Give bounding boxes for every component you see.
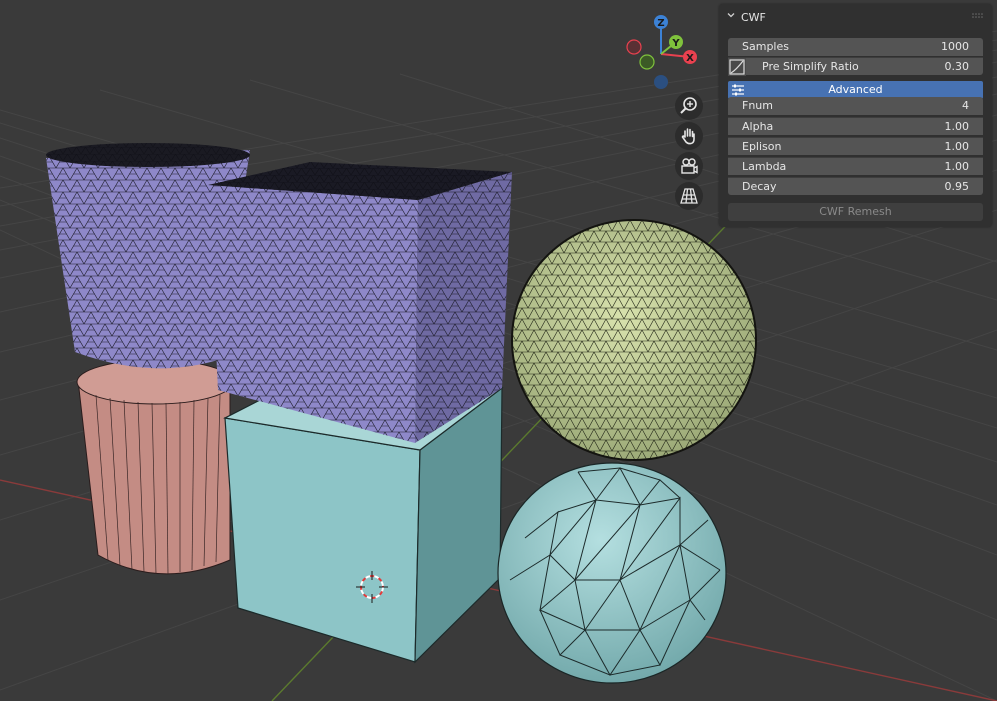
navigation-gizmo[interactable]: Z Y X (620, 10, 704, 94)
decay-value: 0.95 (944, 180, 970, 193)
grid-ortho-icon (680, 188, 698, 204)
camera-icon (681, 158, 698, 174)
alpha-value: 1.00 (944, 120, 970, 133)
fnum-value: 4 (962, 99, 969, 112)
samples-value: 1000 (941, 40, 969, 53)
zoom-icon (680, 97, 697, 114)
cwf-remesh-button[interactable]: CWF Remesh (728, 203, 983, 221)
lambda-value: 1.00 (944, 160, 970, 173)
cwf-panel: CWF Samples 1000 Pre Simplify Ratio 0.30… (719, 4, 992, 227)
chevron-down-icon[interactable] (727, 11, 735, 19)
hand-pan-icon (681, 128, 695, 145)
perspective-toggle-button[interactable] (675, 182, 703, 210)
pre-simplify-ratio-label: Pre Simplify Ratio (762, 60, 859, 73)
fnum-label: Fnum (742, 99, 773, 112)
eplison-value: 1.00 (944, 140, 970, 153)
neg-x-axis-icon[interactable] (626, 39, 642, 55)
purple-cube-remeshed[interactable] (208, 162, 512, 443)
x-axis-label: X (686, 53, 694, 64)
panel-title: CWF (741, 11, 766, 24)
cwf-remesh-label: CWF Remesh (819, 205, 892, 218)
curve-icon[interactable] (728, 58, 746, 76)
eplison-label: Eplison (742, 140, 782, 153)
z-axis-label: Z (657, 18, 664, 29)
drag-grip-icon[interactable] (972, 13, 984, 19)
green-sphere-remeshed[interactable] (511, 219, 757, 461)
teal-icosphere[interactable] (497, 462, 727, 684)
decay-field[interactable]: Decay 0.95 (728, 177, 983, 195)
samples-field[interactable]: Samples 1000 (728, 38, 983, 56)
pink-cylinder[interactable] (76, 359, 234, 575)
fnum-field[interactable]: Fnum 4 (728, 97, 983, 115)
lambda-field[interactable]: Lambda 1.00 (728, 157, 983, 175)
pan-button[interactable] (675, 122, 703, 150)
camera-view-button[interactable] (675, 152, 703, 180)
alpha-label: Alpha (742, 120, 774, 133)
y-axis-label: Y (671, 38, 680, 49)
neg-y-axis-icon[interactable] (639, 54, 655, 70)
alpha-field[interactable]: Alpha 1.00 (728, 117, 983, 135)
advanced-label: Advanced (828, 83, 883, 96)
pre-simplify-ratio-value: 0.30 (944, 60, 970, 73)
zoom-button[interactable] (675, 92, 703, 120)
lambda-label: Lambda (742, 160, 787, 173)
neg-z-axis-icon[interactable] (654, 75, 668, 89)
decay-label: Decay (742, 180, 777, 193)
pre-simplify-ratio-field[interactable]: Pre Simplify Ratio 0.30 (728, 57, 983, 76)
panel-header[interactable]: CWF (719, 4, 992, 30)
eplison-field[interactable]: Eplison 1.00 (728, 137, 983, 155)
samples-label: Samples (742, 40, 789, 53)
